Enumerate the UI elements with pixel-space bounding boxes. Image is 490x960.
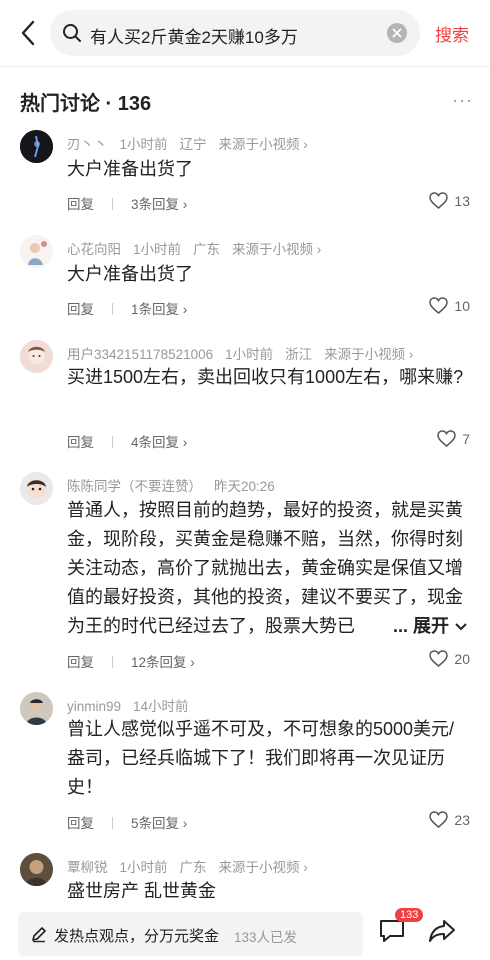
reply-button[interactable]: 回复 <box>67 655 94 670</box>
replies-link[interactable]: 1条回复 › <box>131 302 187 317</box>
comment-meta: 刃丶丶 1小时前 辽宁 来源于小视频 › <box>67 133 320 153</box>
top-bar: 有人买2斤黄金2天赚10多万 搜索 <box>0 0 490 66</box>
reply-button[interactable]: 回复 <box>67 435 94 450</box>
heart-icon <box>437 430 456 447</box>
username[interactable]: 陈陈同学（不要连赞） <box>67 479 202 494</box>
comment-source[interactable]: 来源于小视频 › <box>219 137 308 152</box>
replies-link[interactable]: 5条回复 › <box>131 816 187 831</box>
back-arrow-icon[interactable] <box>14 18 42 48</box>
comment-meta: 用户3342151178521006 1小时前 浙江 来源于小视频 › <box>67 343 425 363</box>
expand-button[interactable]: ... 展开 <box>392 612 468 638</box>
comment-source[interactable]: 来源于小视频 › <box>219 860 308 875</box>
heart-icon <box>429 650 449 667</box>
like-count: 10 <box>454 297 470 314</box>
like-count: 7 <box>462 430 470 447</box>
avatar[interactable] <box>20 340 53 373</box>
comment-location: 广东 <box>193 242 221 257</box>
like-button[interactable]: 23 <box>429 811 470 828</box>
avatar[interactable] <box>20 853 53 886</box>
comment-actions: 回复 3条回复 › <box>67 193 187 213</box>
separator <box>112 656 113 668</box>
replies-link[interactable]: 12条回复 › <box>131 655 195 670</box>
clear-icon[interactable] <box>386 22 408 44</box>
comment-text: 买进1500左右，卖出回收只有1000左右，哪来赚? <box>67 367 464 387</box>
comment-actions: 回复 12条回复 › <box>67 651 195 671</box>
comment-meta: 陈陈同学（不要连赞） 昨天20:26 <box>67 475 287 495</box>
reply-button[interactable]: 回复 <box>67 302 94 317</box>
separator <box>112 436 113 448</box>
like-count: 20 <box>454 650 470 667</box>
reply-button[interactable]: 回复 <box>67 816 94 831</box>
divider <box>0 66 490 67</box>
comment-location: 浙江 <box>285 347 313 362</box>
avatar[interactable] <box>20 472 53 505</box>
comment-icon[interactable] <box>378 918 406 946</box>
comment-actions: 回复 4条回复 › <box>67 431 187 451</box>
search-input[interactable]: 有人买2斤黄金2天赚10多万 <box>50 10 420 56</box>
post-prompt: 发热点观点，分万元奖金 <box>54 928 220 945</box>
like-button[interactable]: 13 <box>429 192 470 209</box>
avatar[interactable] <box>20 130 53 163</box>
comment-text: 大户准备出货了 <box>67 264 193 284</box>
separator <box>112 303 113 315</box>
expand-label: ... 展开 <box>392 616 449 636</box>
comment-time: 14小时前 <box>133 699 189 714</box>
heart-icon <box>429 811 449 828</box>
avatar[interactable] <box>20 235 53 268</box>
separator <box>112 817 113 829</box>
bottom-bar: 发热点观点，分万元奖金 133人已发 133 <box>0 898 490 960</box>
post-count: 133人已发 <box>234 930 298 945</box>
comment-text: 大户准备出货了 <box>67 159 193 179</box>
comment-time: 1小时前 <box>225 347 274 362</box>
comment-location: 辽宁 <box>179 137 207 152</box>
username[interactable]: yinmin99 <box>67 699 121 714</box>
share-icon[interactable] <box>428 918 456 946</box>
comment-meta: 心花向阳 1小时前 广东 来源于小视频 › <box>67 238 333 258</box>
replies-link[interactable]: 4条回复 › <box>131 435 187 450</box>
username[interactable]: 刃丶丶 <box>67 137 108 152</box>
more-icon[interactable]: ··· <box>452 90 473 111</box>
comment-actions: 回复 5条回复 › <box>67 812 187 832</box>
separator <box>112 198 113 210</box>
username[interactable]: 心花向阳 <box>67 242 121 257</box>
pen-icon <box>30 925 48 948</box>
comment-time: 1小时前 <box>119 137 168 152</box>
like-button[interactable]: 10 <box>429 297 470 314</box>
comment-time: 1小时前 <box>133 242 182 257</box>
comment-actions: 回复 1条回复 › <box>67 298 187 318</box>
like-count: 13 <box>454 192 470 209</box>
like-button[interactable]: 20 <box>429 650 470 667</box>
like-count: 23 <box>454 811 470 828</box>
comment-count-badge: 133 <box>395 908 424 922</box>
search-query: 有人买2斤黄金2天赚10多万 <box>90 28 298 47</box>
username[interactable]: 覃柳锐 <box>67 860 108 875</box>
comment-source[interactable]: 来源于小视频 › <box>324 347 413 362</box>
like-button[interactable]: 7 <box>437 430 470 447</box>
section-title: 热门讨论 · 136 <box>20 93 152 115</box>
comment-source[interactable]: 来源于小视频 › <box>232 242 321 257</box>
username[interactable]: 用户3342151178521006 <box>67 347 213 362</box>
heart-icon <box>429 297 449 314</box>
comment-meta: yinmin99 14小时前 <box>67 695 201 715</box>
chevron-down-icon <box>455 623 467 631</box>
comment-time: 1小时前 <box>119 860 168 875</box>
comment-location: 广东 <box>179 860 207 875</box>
search-button[interactable]: 搜索 <box>435 21 469 46</box>
reply-button[interactable]: 回复 <box>67 197 94 212</box>
heart-icon <box>429 192 449 209</box>
comment-meta: 覃柳锐 1小时前 广东 来源于小视频 › <box>67 856 320 876</box>
comment-text: 曾让人感觉似乎遥不可及，不可想象的5000美元/盎司，已经兵临城下了！我们即将再… <box>67 719 455 797</box>
post-opinion-input[interactable]: 发热点观点，分万元奖金 133人已发 <box>18 912 363 956</box>
avatar[interactable] <box>20 692 53 725</box>
search-icon <box>62 23 82 43</box>
comment-time: 昨天20:26 <box>214 479 275 494</box>
replies-link[interactable]: 3条回复 › <box>131 197 187 212</box>
